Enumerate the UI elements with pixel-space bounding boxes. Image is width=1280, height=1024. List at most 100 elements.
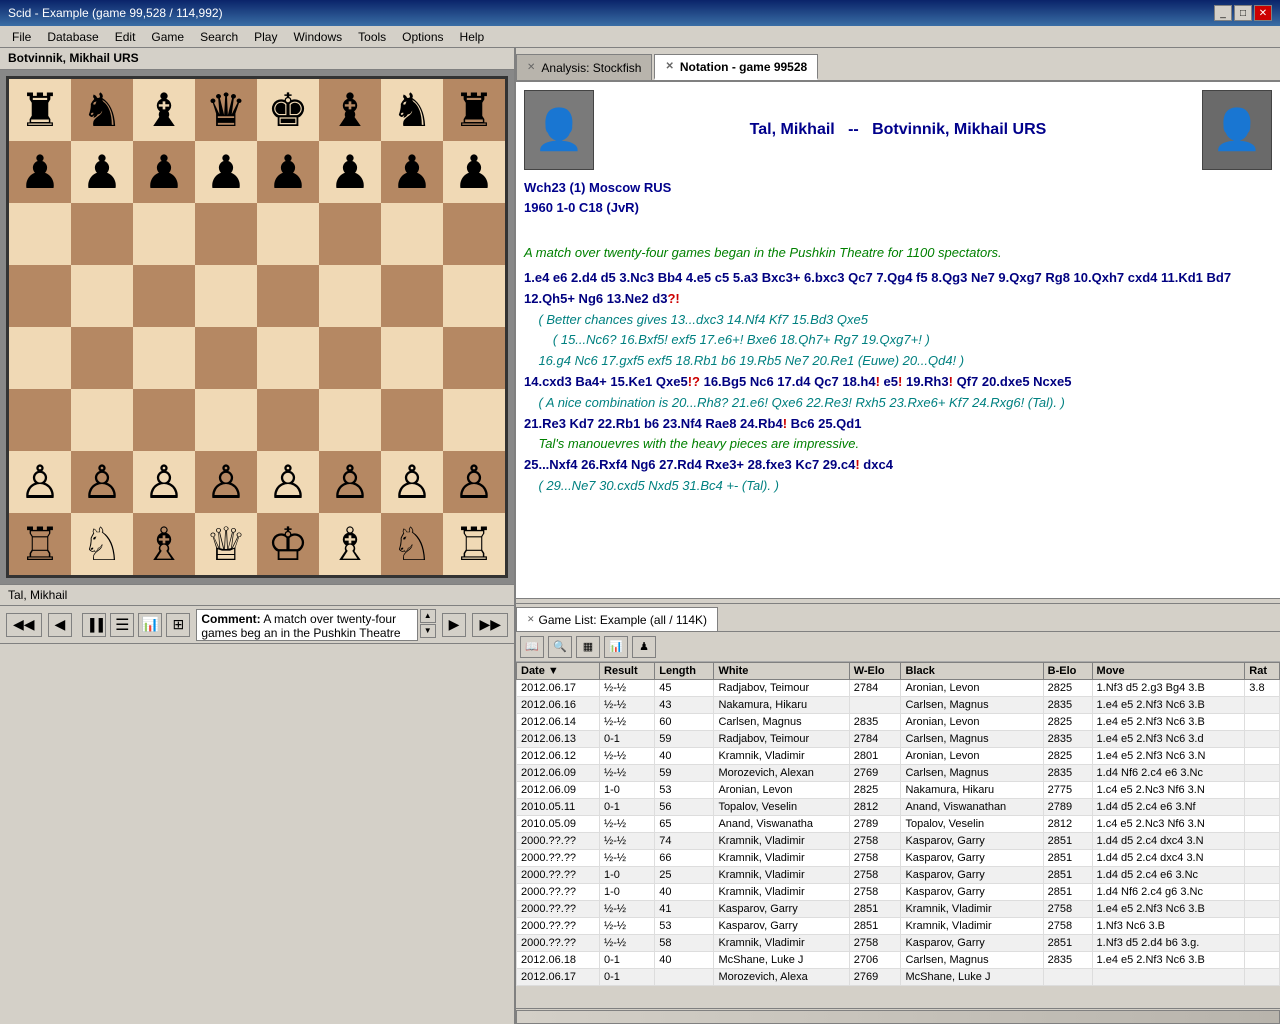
square-b2[interactable]: ♙ <box>71 451 133 513</box>
square-f1[interactable]: ♗ <box>319 513 381 575</box>
scrollbar-bottom[interactable] <box>516 1008 1280 1024</box>
square-f5[interactable] <box>319 265 381 327</box>
menu-options[interactable]: Options <box>394 28 451 46</box>
square-c5[interactable] <box>133 265 195 327</box>
chess-board[interactable]: ♜♞♝♛♚♝♞♜♟♟♟♟♟♟♟♟♙♙♙♙♙♙♙♙♖♘♗♕♔♗♘♖ <box>6 76 508 578</box>
col-move[interactable]: Move <box>1092 663 1245 680</box>
square-g6[interactable] <box>381 203 443 265</box>
square-g1[interactable]: ♘ <box>381 513 443 575</box>
square-b3[interactable] <box>71 389 133 451</box>
square-a6[interactable] <box>9 203 71 265</box>
col-b-elo[interactable]: B-Elo <box>1043 663 1092 680</box>
square-b1[interactable]: ♘ <box>71 513 133 575</box>
square-c1[interactable]: ♗ <box>133 513 195 575</box>
square-d1[interactable]: ♕ <box>195 513 257 575</box>
square-a5[interactable] <box>9 265 71 327</box>
col-rating[interactable]: Rat <box>1245 663 1280 680</box>
square-g8[interactable]: ♞ <box>381 79 443 141</box>
close-button[interactable]: ✕ <box>1254 5 1272 21</box>
col-result[interactable]: Result <box>600 663 655 680</box>
nav-graph-icon-button[interactable]: 📊 <box>138 613 162 637</box>
square-b5[interactable] <box>71 265 133 327</box>
gamelist-board-icon-button[interactable]: ♟ <box>632 636 656 658</box>
square-d8[interactable]: ♛ <box>195 79 257 141</box>
nav-next-button[interactable]: ▶ <box>442 613 467 637</box>
menu-tools[interactable]: Tools <box>350 28 394 46</box>
table-row[interactable]: 2010.05.09½-½65Anand, Viswanatha2789Topa… <box>517 816 1280 833</box>
table-row[interactable]: 2012.06.17½-½45Radjabov, Teimour2784Aron… <box>517 680 1280 697</box>
table-row[interactable]: 2012.06.091-053Aronian, Levon2825Nakamur… <box>517 782 1280 799</box>
table-row[interactable]: 2012.06.09½-½59Morozevich, Alexan2769Car… <box>517 765 1280 782</box>
tab-notation[interactable]: ✕ Notation - game 99528 <box>654 54 818 80</box>
gamelist-search-icon-button[interactable]: 🔍 <box>548 636 572 658</box>
table-row[interactable]: 2012.06.12½-½40Kramnik, Vladimir2801Aron… <box>517 748 1280 765</box>
square-f7[interactable]: ♟ <box>319 141 381 203</box>
square-h6[interactable] <box>443 203 505 265</box>
table-row[interactable]: 2012.06.14½-½60Carlsen, Magnus2835Aronia… <box>517 714 1280 731</box>
square-g7[interactable]: ♟ <box>381 141 443 203</box>
table-row[interactable]: 2012.06.180-140McShane, Luke J2706Carlse… <box>517 952 1280 969</box>
square-b6[interactable] <box>71 203 133 265</box>
square-b4[interactable] <box>71 327 133 389</box>
square-e4[interactable] <box>257 327 319 389</box>
square-e2[interactable]: ♙ <box>257 451 319 513</box>
menu-game[interactable]: Game <box>143 28 192 46</box>
col-date[interactable]: Date ▼ <box>517 663 600 680</box>
square-a8[interactable]: ♜ <box>9 79 71 141</box>
comment-scroll-up[interactable]: ▲ <box>420 609 436 623</box>
gamelist-tab-close-icon[interactable]: ✕ <box>527 614 535 625</box>
menu-help[interactable]: Help <box>452 28 493 46</box>
menu-file[interactable]: File <box>4 28 39 46</box>
square-a4[interactable] <box>9 327 71 389</box>
gamelist-graph-icon-button[interactable]: 📊 <box>604 636 628 658</box>
menu-search[interactable]: Search <box>192 28 246 46</box>
table-row[interactable]: 2000.??.??1-025Kramnik, Vladimir2758Kasp… <box>517 867 1280 884</box>
col-black[interactable]: Black <box>901 663 1043 680</box>
square-g3[interactable] <box>381 389 443 451</box>
square-g4[interactable] <box>381 327 443 389</box>
square-h5[interactable] <box>443 265 505 327</box>
table-row[interactable]: 2000.??.??½-½53Kasparov, Garry2851Kramni… <box>517 918 1280 935</box>
square-e7[interactable]: ♟ <box>257 141 319 203</box>
square-d3[interactable] <box>195 389 257 451</box>
tab-analysis-close-icon[interactable]: ✕ <box>527 62 535 73</box>
square-f4[interactable] <box>319 327 381 389</box>
table-row[interactable]: 2000.??.??1-040Kramnik, Vladimir2758Kasp… <box>517 884 1280 901</box>
square-f8[interactable]: ♝ <box>319 79 381 141</box>
nav-prev-button[interactable]: ◀ <box>48 613 73 637</box>
square-c2[interactable]: ♙ <box>133 451 195 513</box>
menu-edit[interactable]: Edit <box>107 28 144 46</box>
square-c3[interactable] <box>133 389 195 451</box>
table-row[interactable]: 2000.??.??½-½74Kramnik, Vladimir2758Kasp… <box>517 833 1280 850</box>
table-row[interactable]: 2012.06.130-159Radjabov, Teimour2784Carl… <box>517 731 1280 748</box>
square-h2[interactable]: ♙ <box>443 451 505 513</box>
gamelist-tab[interactable]: ✕ Game List: Example (all / 114K) <box>516 607 718 631</box>
square-c7[interactable]: ♟ <box>133 141 195 203</box>
square-h8[interactable]: ♜ <box>443 79 505 141</box>
square-h3[interactable] <box>443 389 505 451</box>
square-d2[interactable]: ♙ <box>195 451 257 513</box>
square-a1[interactable]: ♖ <box>9 513 71 575</box>
nav-setup-icon-button[interactable]: ⊞ <box>166 613 190 637</box>
square-d5[interactable] <box>195 265 257 327</box>
horizontal-scrollbar[interactable] <box>516 1010 1280 1024</box>
tab-analysis[interactable]: ✕ Analysis: Stockfish <box>516 54 652 80</box>
table-row[interactable]: 2000.??.??½-½58Kramnik, Vladimir2758Kasp… <box>517 935 1280 952</box>
menu-database[interactable]: Database <box>39 28 106 46</box>
table-row[interactable]: 2012.06.16½-½43Nakamura, HikaruCarlsen, … <box>517 697 1280 714</box>
nav-first-button[interactable]: ◀◀ <box>6 613 42 637</box>
square-e1[interactable]: ♔ <box>257 513 319 575</box>
square-g5[interactable] <box>381 265 443 327</box>
maximize-button[interactable]: □ <box>1234 5 1252 21</box>
square-c6[interactable] <box>133 203 195 265</box>
square-e8[interactable]: ♚ <box>257 79 319 141</box>
square-a2[interactable]: ♙ <box>9 451 71 513</box>
square-e5[interactable] <box>257 265 319 327</box>
col-w-elo[interactable]: W-Elo <box>849 663 901 680</box>
game-table[interactable]: Date ▼ Result Length White W-Elo Black B… <box>516 662 1280 1008</box>
square-e3[interactable] <box>257 389 319 451</box>
menu-play[interactable]: Play <box>246 28 285 46</box>
table-row[interactable]: 2000.??.??½-½41Kasparov, Garry2851Kramni… <box>517 901 1280 918</box>
menu-windows[interactable]: Windows <box>285 28 350 46</box>
square-f6[interactable] <box>319 203 381 265</box>
